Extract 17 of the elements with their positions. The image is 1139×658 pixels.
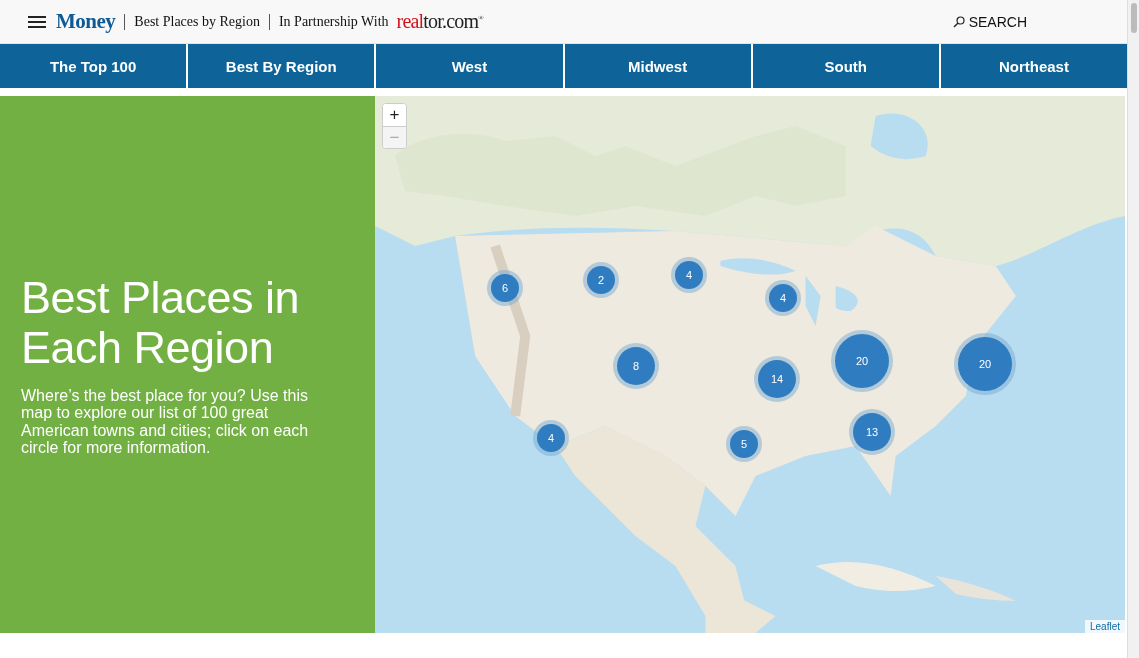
search-icon (952, 15, 965, 28)
intro-title: Best Places in Each Region (21, 272, 301, 373)
attribution-link[interactable]: Leaflet (1084, 620, 1125, 633)
search-button[interactable]: SEARCH (952, 13, 1027, 30)
nav-tab[interactable]: Midwest (564, 44, 751, 88)
nav-tab[interactable]: Northeast (940, 44, 1128, 88)
nav-tab[interactable]: South (752, 44, 939, 88)
nav-tab[interactable]: Best By Region (188, 44, 375, 88)
partner-label: In Partnership With (278, 13, 389, 30)
scrollbar[interactable] (1127, 0, 1139, 658)
nav-tab[interactable]: West (376, 44, 563, 88)
nav-tab[interactable]: The Top 100 (0, 44, 187, 88)
intro-text: Where’s the best place for you? Use this map to explore our list of 100 great American towns and cities; click on each circle for more information. (21, 386, 310, 457)
partner-logo[interactable]: realtor.com$^{®}$ (396, 10, 483, 33)
menu-icon[interactable] (28, 15, 46, 28)
brand-logo[interactable]: Money (56, 9, 116, 34)
section-title: Best Places by Region (134, 13, 260, 30)
